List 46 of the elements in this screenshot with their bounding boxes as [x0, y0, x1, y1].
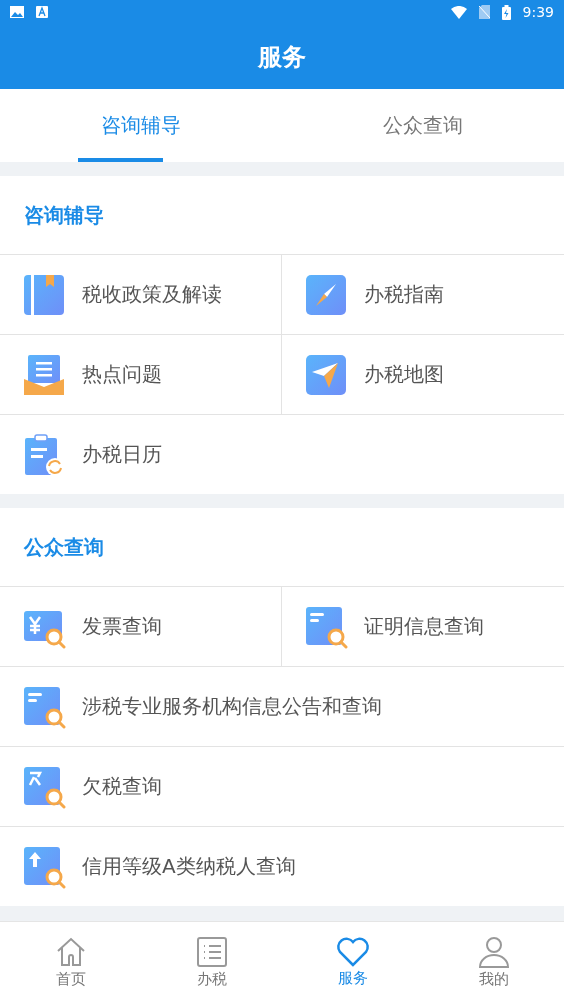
paper-plane-icon: [304, 352, 348, 397]
service-label: 证明信息查询: [364, 613, 484, 640]
image-icon: [10, 6, 24, 18]
service-item[interactable]: 欠税查询: [0, 747, 564, 826]
wifi-icon: [450, 5, 467, 19]
service-item[interactable]: 证明信息查询: [282, 587, 564, 666]
section-title: 公众查询: [0, 508, 564, 587]
service-item[interactable]: 办税地图: [282, 335, 564, 414]
no-sim-icon: [478, 5, 490, 19]
service-item[interactable]: 税收政策及解读: [0, 255, 282, 334]
nav-tab[interactable]: 首页: [0, 922, 141, 1002]
battery-icon: [501, 4, 511, 20]
nav-tab[interactable]: 我的: [423, 922, 564, 1002]
service-item[interactable]: 涉税专业服务机构信息公告和查询: [0, 667, 564, 746]
service-label: 欠税查询: [82, 773, 162, 800]
document-search-icon: [304, 604, 348, 649]
glyph-search-icon: [22, 764, 66, 809]
service-item[interactable]: 信用等级A类纳税人查询: [0, 827, 564, 906]
service-label: 办税地图: [364, 361, 444, 388]
heart-icon: [335, 936, 370, 967]
tab[interactable]: 公众查询: [282, 89, 564, 162]
list-icon: [195, 935, 228, 968]
service-label: 税收政策及解读: [82, 281, 222, 308]
book-icon: [22, 272, 66, 317]
keyboard-icon: [36, 6, 48, 18]
page-title: 服务: [258, 41, 306, 73]
nav-tab[interactable]: 服务: [282, 922, 423, 1002]
service-item[interactable]: 办税日历: [0, 415, 564, 494]
service-label: 热点问题: [82, 361, 162, 388]
service-label: 办税指南: [364, 281, 444, 308]
service-label: 发票查询: [82, 613, 162, 640]
service-item[interactable]: 热点问题: [0, 335, 282, 414]
service-label: 信用等级A类纳税人查询: [82, 853, 296, 880]
status-time: 9:39: [522, 4, 554, 20]
service-item[interactable]: 办税指南: [282, 255, 564, 334]
tab[interactable]: 咨询辅导: [0, 89, 282, 162]
nav-tab[interactable]: 办税: [141, 922, 282, 1002]
service-item[interactable]: 发票查询: [0, 587, 282, 666]
service-label: 涉税专业服务机构信息公告和查询: [82, 693, 382, 720]
arrow-search-icon: [22, 844, 66, 889]
person-icon: [477, 935, 510, 968]
document-search-icon: [22, 684, 66, 729]
envelope-icon: [22, 352, 66, 397]
service-label: 办税日历: [82, 441, 162, 468]
compass-icon: [304, 272, 348, 317]
section-title: 咨询辅导: [0, 176, 564, 255]
